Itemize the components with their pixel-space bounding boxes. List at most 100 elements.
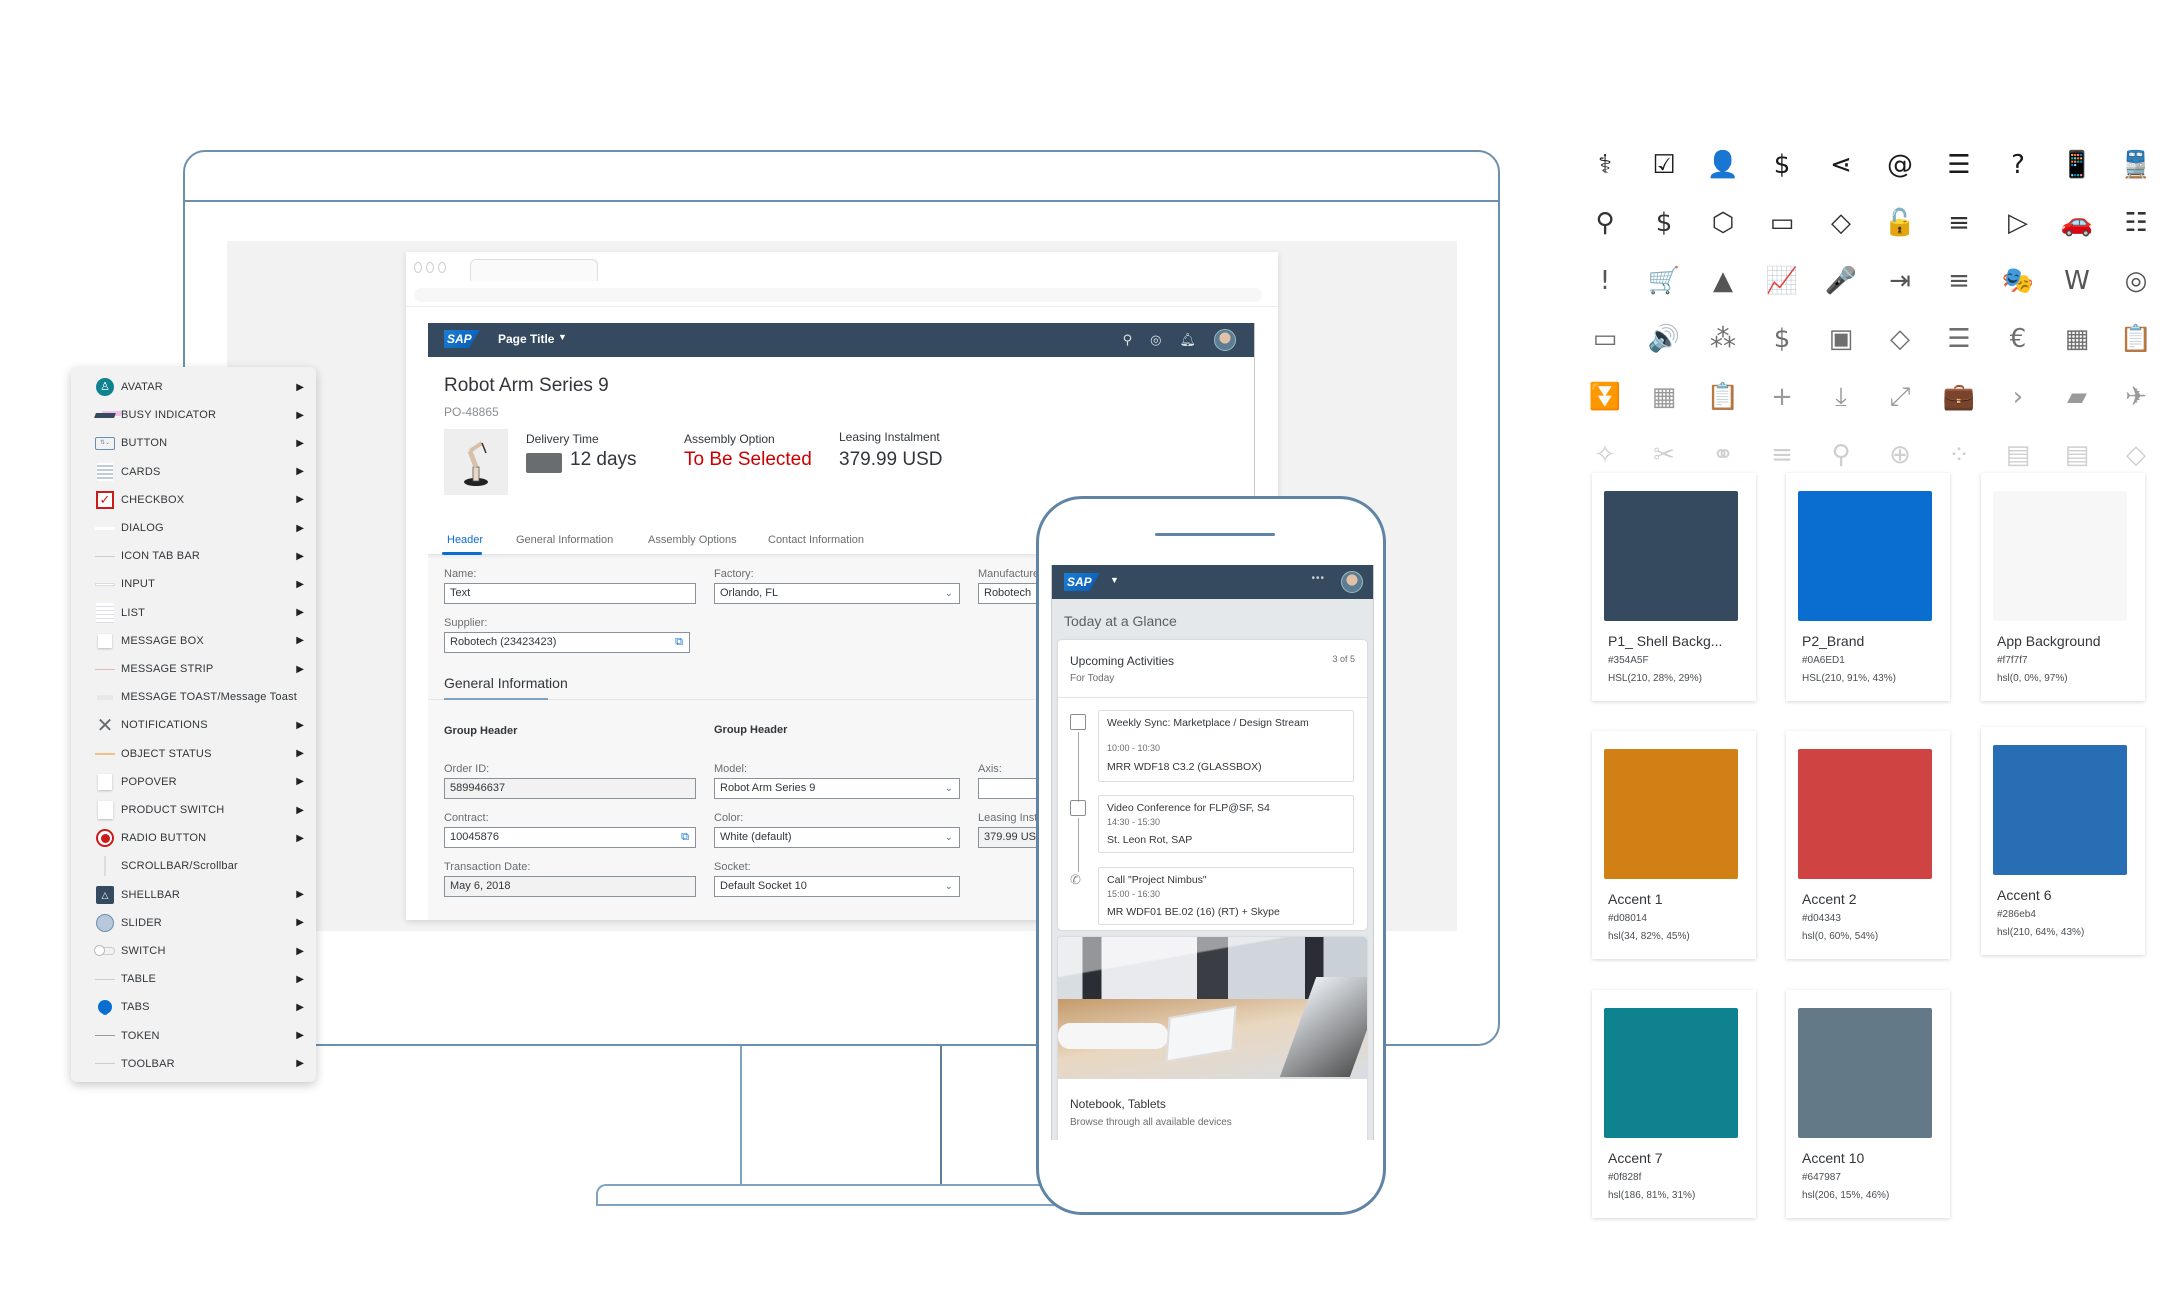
swatch-hex: #d08014 xyxy=(1608,913,1647,924)
tab-contact-information[interactable]: Contact Information xyxy=(768,534,864,546)
supplier-input[interactable]: Robotech (23423423) ⧉ xyxy=(444,632,690,653)
activities-card[interactable]: Upcoming Activities For Today 3 of 5 Wee… xyxy=(1058,640,1367,930)
submenu-arrow-icon[interactable]: ▶ xyxy=(296,974,304,985)
menu-item-radio-button[interactable]: RADIO BUTTON ▶ xyxy=(71,824,316,852)
menu-item-table[interactable]: TABLE ▶ xyxy=(71,965,316,993)
color-select[interactable]: White (default) ⌄ xyxy=(714,827,960,848)
tab-header[interactable]: Header xyxy=(447,534,483,546)
socket-select[interactable]: Default Socket 10 ⌄ xyxy=(714,876,960,897)
submenu-arrow-icon[interactable]: ▶ xyxy=(296,776,304,787)
chevron-down-icon[interactable]: ⌄ xyxy=(945,828,953,847)
color-swatch-card[interactable]: Accent 7 #0f828f hsl(186, 81%, 31%) xyxy=(1592,990,1756,1218)
search-icon[interactable]: ⚲ xyxy=(1123,332,1133,348)
color-swatch-card[interactable]: P1_ Shell Backg... #354A5F HSL(210, 28%, 2… xyxy=(1592,473,1756,701)
popover-icon xyxy=(95,772,115,792)
copilot-icon[interactable]: ◎ xyxy=(1150,332,1161,348)
menu-item-busy-indicator[interactable]: BUSY INDICATOR ▶ xyxy=(71,401,316,429)
bell-icon[interactable]: 🔔︎ xyxy=(1179,332,1196,348)
submenu-arrow-icon[interactable]: ▶ xyxy=(296,946,304,957)
menu-item-object-status[interactable]: OBJECT STATUS ▶ xyxy=(71,740,316,768)
user-avatar[interactable] xyxy=(1214,329,1236,351)
submenu-arrow-icon[interactable]: ▶ xyxy=(296,917,304,928)
order-id-input[interactable]: 589946637 xyxy=(444,778,696,799)
submenu-arrow-icon[interactable]: ▶ xyxy=(296,833,304,844)
tab-general-information[interactable]: General Information xyxy=(516,534,613,546)
browser-tab[interactable] xyxy=(470,259,598,281)
menu-item-tabs[interactable]: TABS ▶ xyxy=(71,993,316,1021)
color-swatch-card[interactable]: Accent 1 #d08014 hsl(34, 82%, 45%) xyxy=(1592,731,1756,959)
user-avatar[interactable] xyxy=(1341,571,1363,593)
name-input[interactable]: Text xyxy=(444,583,696,604)
activity-item[interactable]: Weekly Sync: Marketplace / Design Stream… xyxy=(1098,710,1354,782)
submenu-arrow-icon[interactable]: ▶ xyxy=(296,551,304,562)
page-title[interactable]: Page Title xyxy=(498,332,554,346)
menu-item-product-switch[interactable]: PRODUCT SWITCH ▶ xyxy=(71,796,316,824)
submenu-arrow-icon[interactable]: ▶ xyxy=(296,579,304,590)
menu-item-message-box[interactable]: MESSAGE BOX ▶ xyxy=(71,627,316,655)
submenu-arrow-icon[interactable]: ▶ xyxy=(296,382,304,393)
menu-item-checkbox[interactable]: ✓ CHECKBOX ▶ xyxy=(71,486,316,514)
menu-item-toolbar[interactable]: TOOLBAR ▶ xyxy=(71,1050,316,1078)
chevron-down-icon[interactable]: ⌄ xyxy=(945,877,953,896)
color-swatch-card[interactable]: P2_Brand #0A6ED1 HSL(210, 91%, 43%) xyxy=(1786,473,1950,701)
submenu-arrow-icon[interactable]: ▶ xyxy=(296,1058,304,1069)
tab-assembly-options[interactable]: Assembly Options xyxy=(648,534,737,546)
menu-item-notifications[interactable]: ✕ NOTIFICATIONS ▶ xyxy=(71,711,316,739)
color-swatch-card[interactable]: Accent 6 #286eb4 hsl(210, 64%, 43%) xyxy=(1981,727,2145,955)
menu-item-slider[interactable]: SLIDER ▶ xyxy=(71,909,316,937)
submenu-arrow-icon[interactable]: ▶ xyxy=(296,805,304,816)
image-card[interactable]: Notebook, Tablets Browse through all ava… xyxy=(1058,937,1367,1140)
menu-item-dialog[interactable]: DIALOG ▶ xyxy=(71,514,316,542)
submenu-arrow-icon[interactable]: ▶ xyxy=(296,410,304,421)
activity-item[interactable]: Call "Project Nimbus" 15:00 - 16:30 MR W… xyxy=(1098,867,1354,925)
activity-title: Call "Project Nimbus" xyxy=(1107,874,1207,886)
activity-time: 10:00 - 10:30 xyxy=(1107,743,1161,753)
menu-item-message-strip[interactable]: MESSAGE STRIP ▶ xyxy=(71,655,316,683)
menu-item-list[interactable]: LIST ▶ xyxy=(71,599,316,627)
url-bar[interactable] xyxy=(414,288,1262,302)
menu-item-input[interactable]: INPUT ▶ xyxy=(71,570,316,598)
submenu-arrow-icon[interactable]: ▶ xyxy=(296,1030,304,1041)
color-swatch-card[interactable]: Accent 10 #647987 hsl(206, 15%, 46%) xyxy=(1786,990,1950,1218)
factory-select[interactable]: Orlando, FL ⌄ xyxy=(714,583,960,604)
caret-down-icon[interactable]: ▼ xyxy=(558,332,567,342)
menu-item-message-toast[interactable]: MESSAGE TOAST/Message Toast xyxy=(71,683,316,711)
menu-item-label: NOTIFICATIONS xyxy=(121,719,208,732)
menu-item-switch[interactable]: SWITCH ▶ xyxy=(71,937,316,965)
submenu-arrow-icon[interactable]: ▶ xyxy=(296,466,304,477)
value-help-icon[interactable]: ⧉ xyxy=(681,828,689,847)
menu-item-avatar[interactable]: ♙ AVATAR ▶ xyxy=(71,373,316,401)
submenu-arrow-icon[interactable]: ▶ xyxy=(296,889,304,900)
contract-input[interactable]: 10045876 ⧉ xyxy=(444,827,696,848)
submenu-arrow-icon[interactable]: ▶ xyxy=(296,720,304,731)
transaction-date-input[interactable]: May 6, 2018 xyxy=(444,876,696,897)
submenu-arrow-icon[interactable]: ▶ xyxy=(296,438,304,449)
submenu-arrow-icon[interactable]: ▶ xyxy=(296,494,304,505)
color-swatch-card[interactable]: App Background #f7f7f7 hsl(0, 0%, 97%) xyxy=(1981,473,2145,701)
submenu-arrow-icon[interactable]: ▶ xyxy=(296,607,304,618)
menu-item-scrollbar[interactable]: SCROLLBAR/Scrollbar xyxy=(71,852,316,880)
menu-item-button[interactable]: ⇅⌄ BUTTON ▶ xyxy=(71,429,316,457)
menu-item-shellbar[interactable]: △ SHELLBAR ▶ xyxy=(71,881,316,909)
sap-logo[interactable]: SAP xyxy=(444,330,480,348)
submenu-arrow-icon[interactable]: ▶ xyxy=(296,664,304,675)
chevron-down-icon[interactable]: ⌄ xyxy=(945,584,953,603)
submenu-arrow-icon[interactable]: ▶ xyxy=(296,1002,304,1013)
activity-item[interactable]: Video Conference for FLP@SF, S4 14:30 - … xyxy=(1098,795,1354,853)
menu-item-popover[interactable]: POPOVER ▶ xyxy=(71,768,316,796)
menu-item-cards[interactable]: CARDS ▶ xyxy=(71,458,316,486)
menu-item-token[interactable]: TOKEN ▶ xyxy=(71,1022,316,1050)
menu-item-icon-tab-bar[interactable]: ICON TAB BAR ▶ xyxy=(71,542,316,570)
window-controls[interactable] xyxy=(414,262,446,273)
color-swatch-card[interactable]: Accent 2 #d04343 hsl(0, 60%, 54%) xyxy=(1786,731,1950,959)
chevron-down-icon[interactable]: ⌄ xyxy=(945,779,953,798)
submenu-arrow-icon[interactable]: ▶ xyxy=(296,635,304,646)
caret-down-icon[interactable]: ▼ xyxy=(1110,575,1119,585)
overflow-icon[interactable]: ••• xyxy=(1311,573,1325,584)
model-select[interactable]: Robot Arm Series 9 ⌄ xyxy=(714,778,960,799)
phone-screen: SAP ▼ ••• Today at a Glance Upcoming Act… xyxy=(1051,565,1374,1140)
value-help-icon[interactable]: ⧉ xyxy=(675,633,683,652)
submenu-arrow-icon[interactable]: ▶ xyxy=(296,748,304,759)
sap-logo[interactable]: SAP xyxy=(1064,573,1100,591)
submenu-arrow-icon[interactable]: ▶ xyxy=(296,523,304,534)
